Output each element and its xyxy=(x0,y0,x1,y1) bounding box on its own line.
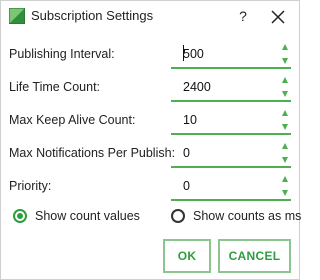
radio-show-counts-as-ms[interactable]: Show counts as ms xyxy=(171,208,301,228)
decrement-arrow-icon[interactable] xyxy=(281,189,289,197)
field-underline xyxy=(171,166,291,168)
radio-label: Show count values xyxy=(35,209,140,223)
subscription-settings-dialog: Subscription Settings ? Publishing Inter… xyxy=(0,0,301,280)
help-button[interactable]: ? xyxy=(233,5,253,27)
field-row-life-time-count: Life Time Count: 2400 xyxy=(1,72,299,104)
window-title: Subscription Settings xyxy=(31,8,154,23)
life-time-count-value[interactable]: 2400 xyxy=(183,80,211,94)
increment-arrow-icon[interactable] xyxy=(281,109,289,117)
close-icon[interactable] xyxy=(267,6,289,28)
publishing-interval-value[interactable]: 500 xyxy=(183,47,204,61)
decrement-arrow-icon[interactable] xyxy=(281,90,289,98)
publishing-interval-spinner[interactable]: 500 xyxy=(171,39,291,69)
priority-label: Priority: xyxy=(9,179,52,193)
life-time-count-spinner[interactable]: 2400 xyxy=(171,72,291,102)
field-row-max-notifications: Max Notifications Per Publish: 0 xyxy=(1,138,299,170)
max-keep-alive-label: Max Keep Alive Count: xyxy=(9,113,136,127)
max-notifications-value[interactable]: 0 xyxy=(183,146,190,160)
max-notifications-spinner[interactable]: 0 xyxy=(171,138,291,168)
field-underline xyxy=(171,199,291,201)
field-row-publishing-interval: Publishing Interval: 500 xyxy=(1,39,299,71)
radio-checked-icon[interactable] xyxy=(13,209,27,223)
radio-unchecked-icon[interactable] xyxy=(171,209,185,223)
field-underline xyxy=(171,67,291,69)
priority-value[interactable]: 0 xyxy=(183,179,190,193)
field-row-priority: Priority: 0 xyxy=(1,171,299,203)
increment-arrow-icon[interactable] xyxy=(281,43,289,51)
max-keep-alive-spinner[interactable]: 10 xyxy=(171,105,291,135)
increment-arrow-icon[interactable] xyxy=(281,175,289,183)
cancel-button[interactable]: CANCEL xyxy=(218,239,291,273)
decrement-arrow-icon[interactable] xyxy=(281,123,289,131)
max-keep-alive-value[interactable]: 10 xyxy=(183,113,197,127)
field-underline xyxy=(171,133,291,135)
decrement-arrow-icon[interactable] xyxy=(281,57,289,65)
publishing-interval-label: Publishing Interval: xyxy=(9,47,115,61)
increment-arrow-icon[interactable] xyxy=(281,142,289,150)
max-notifications-label: Max Notifications Per Publish: xyxy=(9,146,176,160)
app-icon xyxy=(9,8,25,24)
life-time-count-label: Life Time Count: xyxy=(9,80,101,94)
radio-show-count-values[interactable]: Show count values xyxy=(13,208,163,228)
field-underline xyxy=(171,100,291,102)
title-bar: Subscription Settings ? xyxy=(1,1,299,31)
decrement-arrow-icon[interactable] xyxy=(281,156,289,164)
increment-arrow-icon[interactable] xyxy=(281,76,289,84)
ok-button[interactable]: OK xyxy=(163,239,211,273)
priority-spinner[interactable]: 0 xyxy=(171,171,291,201)
radio-label: Show counts as ms xyxy=(193,209,302,223)
field-row-max-keep-alive: Max Keep Alive Count: 10 xyxy=(1,105,299,137)
